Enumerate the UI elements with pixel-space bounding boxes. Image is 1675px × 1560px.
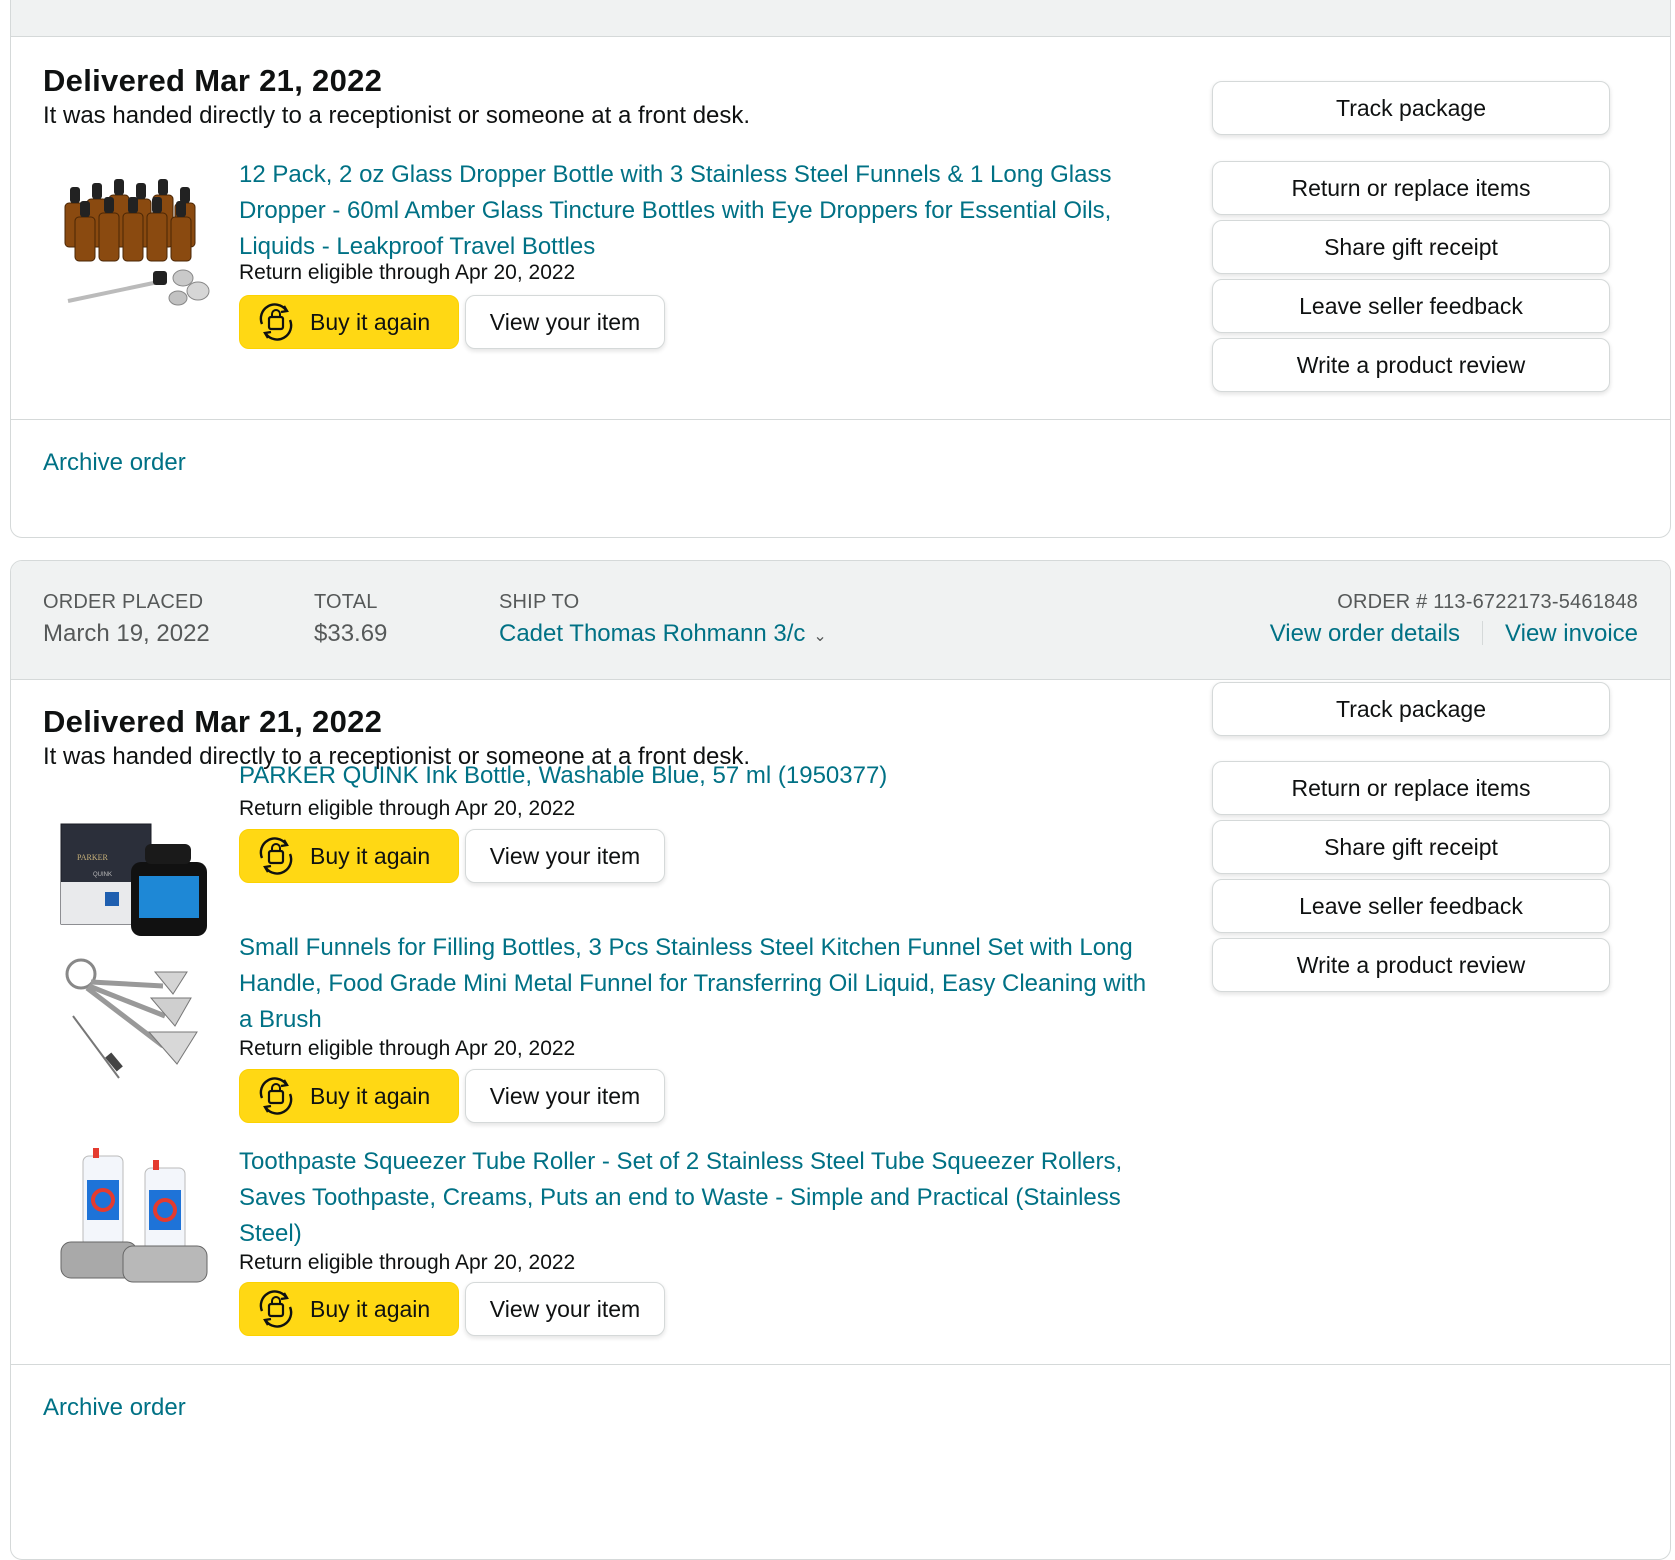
ship-to-dropdown[interactable]: Cadet Thomas Rohmann 3/c ⌄ bbox=[499, 620, 827, 648]
order-placed-date: March 19, 2022 bbox=[43, 620, 210, 647]
buy-it-again-label: Buy it again bbox=[310, 842, 431, 869]
track-package-button[interactable]: Track package bbox=[1212, 81, 1610, 135]
archive-order-link[interactable]: Archive order bbox=[43, 449, 186, 477]
funnels-image bbox=[65, 958, 198, 1079]
buy-it-again-label: Buy it again bbox=[310, 1295, 431, 1322]
buy-again-icon bbox=[259, 837, 293, 875]
buy-it-again-label: Buy it again bbox=[310, 1082, 431, 1109]
write-product-review-button[interactable]: Write a product review bbox=[1212, 338, 1610, 392]
leave-seller-feedback-button[interactable]: Leave seller feedback bbox=[1212, 879, 1610, 933]
product-title-link[interactable]: 12 Pack, 2 oz Glass Dropper Bottle with … bbox=[239, 157, 1159, 265]
box-sub-text: QUINK bbox=[93, 872, 112, 878]
return-eligibility: Return eligible through Apr 20, 2022 bbox=[239, 797, 576, 820]
delivery-status: Delivered Mar 21, 2022 bbox=[43, 704, 383, 739]
ship-to-name: Cadet Thomas Rohmann 3/c bbox=[499, 620, 806, 647]
view-your-item-button[interactable]: View your item bbox=[465, 295, 665, 349]
view-your-item-button[interactable]: View your item bbox=[465, 1282, 665, 1336]
ship-to-label: SHIP TO bbox=[499, 591, 580, 613]
buy-it-again-button[interactable]: Buy it again bbox=[239, 829, 459, 883]
buy-again-icon bbox=[259, 1077, 293, 1115]
view-invoice-link[interactable]: View invoice bbox=[1505, 620, 1638, 647]
product-image[interactable]: PARKER QUINK bbox=[53, 804, 213, 944]
order-meta: ORDER # 113-6722173-5461848 View order d… bbox=[1270, 591, 1638, 648]
track-package-button[interactable]: Track package bbox=[1212, 682, 1610, 736]
view-order-details-link[interactable]: View order details bbox=[1270, 620, 1460, 647]
view-your-item-button[interactable]: View your item bbox=[465, 1069, 665, 1123]
ink-bottle-image: PARKER QUINK bbox=[60, 823, 207, 936]
dropper-bottles-image bbox=[64, 179, 210, 306]
order-placed-label: ORDER PLACED bbox=[43, 591, 204, 613]
delivery-status: Delivered Mar 21, 2022 bbox=[43, 63, 383, 98]
return-or-replace-button[interactable]: Return or replace items bbox=[1212, 761, 1610, 815]
buy-again-icon bbox=[259, 303, 293, 341]
share-gift-receipt-button[interactable]: Share gift receipt bbox=[1212, 220, 1610, 274]
delivery-note: It was handed directly to a receptionist… bbox=[43, 102, 751, 129]
order-number: ORDER # 113-6722173-5461848 bbox=[1337, 591, 1638, 613]
return-eligibility: Return eligible through Apr 20, 2022 bbox=[239, 1037, 576, 1060]
leave-seller-feedback-button[interactable]: Leave seller feedback bbox=[1212, 279, 1610, 333]
share-gift-receipt-button[interactable]: Share gift receipt bbox=[1212, 820, 1610, 874]
buy-it-again-button[interactable]: Buy it again bbox=[239, 295, 459, 349]
order-total-label: TOTAL bbox=[314, 591, 378, 613]
return-eligibility: Return eligible through Apr 20, 2022 bbox=[239, 261, 576, 284]
toothpaste-squeezer-image bbox=[60, 1148, 208, 1283]
product-image[interactable] bbox=[53, 173, 213, 313]
product-title-link[interactable]: PARKER QUINK Ink Bottle, Washable Blue, … bbox=[239, 758, 1159, 794]
return-or-replace-button[interactable]: Return or replace items bbox=[1212, 161, 1610, 215]
write-product-review-button[interactable]: Write a product review bbox=[1212, 938, 1610, 992]
divider bbox=[11, 419, 1670, 420]
product-title-link[interactable]: Small Funnels for Filling Bottles, 3 Pcs… bbox=[239, 930, 1159, 1038]
return-eligibility: Return eligible through Apr 20, 2022 bbox=[239, 1251, 576, 1274]
buy-it-again-button[interactable]: Buy it again bbox=[239, 1282, 459, 1336]
order-header bbox=[11, 0, 1670, 37]
chevron-down-icon: ⌄ bbox=[813, 628, 827, 645]
ship-to: SHIP TO Cadet Thomas Rohmann 3/c ⌄ bbox=[499, 591, 827, 648]
buy-it-again-button[interactable]: Buy it again bbox=[239, 1069, 459, 1123]
divider bbox=[11, 1364, 1670, 1365]
order-card: ORDER PLACED March 19, 2022 TOTAL $33.69… bbox=[10, 560, 1671, 1560]
view-your-item-button[interactable]: View your item bbox=[465, 829, 665, 883]
buy-it-again-label: Buy it again bbox=[310, 308, 431, 335]
order-header: ORDER PLACED March 19, 2022 TOTAL $33.69… bbox=[11, 561, 1670, 680]
buy-again-icon bbox=[259, 1290, 293, 1328]
product-image[interactable] bbox=[53, 1146, 213, 1286]
order-total: TOTAL $33.69 bbox=[314, 591, 387, 648]
archive-order-link[interactable]: Archive order bbox=[43, 1394, 186, 1422]
order-total-value: $33.69 bbox=[314, 620, 388, 647]
box-brand-text: PARKER bbox=[77, 853, 108, 862]
product-image[interactable] bbox=[53, 946, 213, 1086]
order-card: Delivered Mar 21, 2022 It was handed dir… bbox=[10, 0, 1671, 538]
product-title-link[interactable]: Toothpaste Squeezer Tube Roller - Set of… bbox=[239, 1144, 1159, 1252]
order-placed: ORDER PLACED March 19, 2022 bbox=[43, 591, 210, 648]
link-separator bbox=[1482, 621, 1484, 645]
